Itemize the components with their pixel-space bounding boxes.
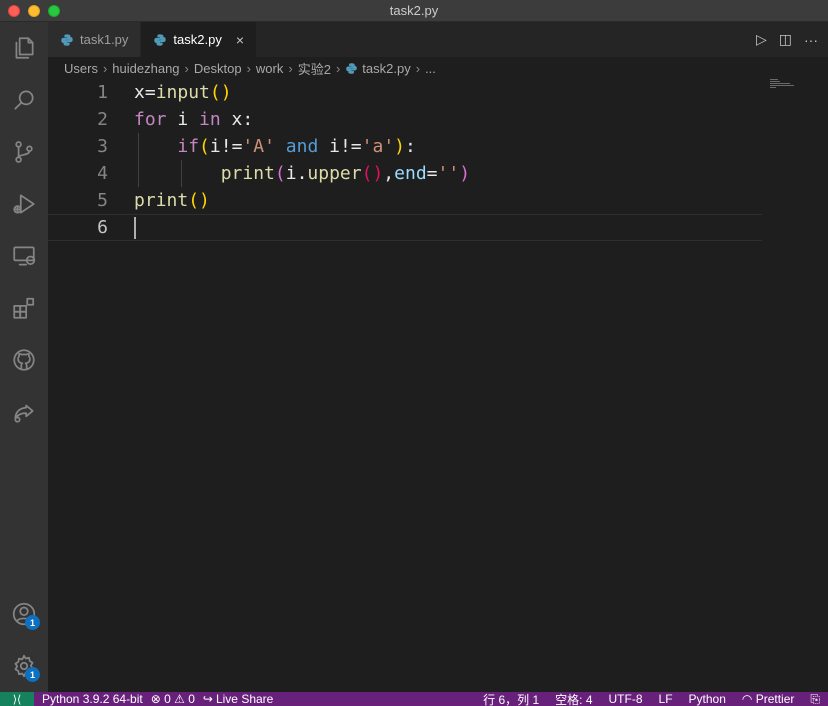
code-editor[interactable]: 1 x=input() 2 for i in x: 3 if(i!='A' an…	[48, 79, 828, 692]
extensions-icon[interactable]	[0, 282, 48, 334]
line-number: 5	[97, 190, 108, 211]
prettier-status[interactable]: ◠ Prettier	[742, 692, 795, 706]
code-text: x=input()	[134, 82, 232, 103]
prettier-label: Prettier	[755, 692, 795, 706]
python-file-icon	[61, 33, 73, 46]
prettier-icon: ◠	[741, 692, 756, 706]
breadcrumb: Users › huidezhang › Desktop › work › 实验…	[48, 57, 828, 79]
warning-count: ⚠ 0	[174, 692, 195, 706]
activity-bar: 1 1	[0, 22, 48, 692]
source-control-icon[interactable]	[0, 126, 48, 178]
breadcrumb-item[interactable]: Desktop	[194, 61, 242, 76]
tab-label: task2.py	[173, 32, 222, 47]
maximize-window-button[interactable]	[48, 5, 60, 17]
code-text: print()	[134, 190, 210, 211]
title-bar: task2.py	[0, 0, 828, 22]
split-editor-icon[interactable]: ◫	[779, 31, 792, 48]
breadcrumb-separator: ›	[102, 60, 108, 76]
code-line[interactable]: 1 x=input()	[48, 79, 762, 106]
breadcrumb-separator: ›	[415, 60, 421, 76]
error-count: ⊗ 0	[150, 692, 171, 706]
text-cursor	[134, 216, 136, 239]
tab-task1[interactable]: task1.py	[48, 22, 142, 57]
language-mode[interactable]: Python	[689, 692, 726, 706]
code-line[interactable]: 4 print(i.upper(),end='')	[48, 160, 762, 187]
minimize-window-button[interactable]	[28, 5, 40, 17]
python-interpreter[interactable]: Python 3.9.2 64-bit	[42, 692, 143, 706]
minimap[interactable]	[770, 79, 810, 93]
breadcrumb-item[interactable]: huidezhang	[112, 61, 179, 76]
code-line[interactable]: 3 if(i!='A' and i!='a'):	[48, 133, 762, 160]
end-of-line[interactable]: LF	[659, 692, 673, 706]
account-icon[interactable]: 1	[0, 588, 48, 640]
code-line[interactable]: 5 print()	[48, 187, 762, 214]
breadcrumb-item[interactable]: ...	[425, 61, 436, 76]
breadcrumb-item[interactable]: work	[256, 61, 283, 76]
files-icon[interactable]	[0, 22, 48, 74]
breadcrumb-item[interactable]: Users	[64, 61, 98, 76]
search-icon[interactable]	[0, 74, 48, 126]
run-file-icon[interactable]: ▷	[756, 31, 767, 48]
code-text: for i in x:	[134, 109, 254, 130]
breadcrumb-separator: ›	[335, 60, 341, 76]
live-share-label: Live Share	[215, 692, 274, 706]
status-bar: ⟩⟨ Python 3.9.2 64-bit ⊗ 0 ⚠ 0 ↪ Live Sh…	[0, 692, 828, 706]
tab-label: task1.py	[80, 32, 129, 47]
tab-bar: task1.py task2.py × ▷ ◫ ···	[48, 22, 828, 57]
code-text: if(i!='A' and i!='a'):	[177, 136, 416, 157]
problems-indicator[interactable]: ⊗ 0 ⚠ 0	[151, 692, 195, 706]
tab-task2[interactable]: task2.py ×	[141, 22, 258, 57]
more-actions-icon[interactable]: ···	[804, 32, 818, 48]
breadcrumb-separator: ›	[246, 60, 251, 76]
line-number: 1	[97, 82, 108, 103]
settings-gear-icon[interactable]: 1	[0, 640, 48, 692]
live-share-icon: ↪	[202, 692, 213, 706]
status-right: 行 6，列 1 空格: 4 UTF-8 LF Python ◠ Prettier…	[483, 692, 820, 706]
breadcrumb-item[interactable]: task2.py	[362, 61, 410, 76]
indentation[interactable]: 空格: 4	[555, 692, 592, 706]
feedback-icon[interactable]: ⎘	[810, 692, 820, 706]
live-share-button[interactable]: ↪ Live Share	[203, 692, 273, 706]
breadcrumb-item[interactable]: 实验2	[298, 59, 331, 78]
run-debug-icon[interactable]	[0, 178, 48, 230]
live-share-icon[interactable]	[0, 386, 48, 438]
tab-close-icon[interactable]: ×	[236, 32, 244, 48]
code-text: print(i.upper(),end='')	[220, 163, 471, 184]
line-number: 4	[97, 163, 108, 184]
editor-actions: ▷ ◫ ···	[756, 22, 828, 57]
remote-indicator[interactable]: ⟩⟨	[0, 692, 34, 706]
python-file-icon	[346, 62, 358, 74]
code-line-current[interactable]: 6	[48, 214, 762, 241]
settings-badge: 1	[25, 667, 40, 682]
github-icon[interactable]	[0, 334, 48, 386]
window-title: task2.py	[389, 3, 439, 18]
python-file-icon	[154, 33, 167, 46]
line-number: 2	[97, 109, 108, 130]
breadcrumb-separator: ›	[184, 60, 189, 76]
remote-explorer-icon[interactable]	[0, 230, 48, 282]
close-window-button[interactable]	[8, 5, 20, 17]
line-number: 3	[97, 136, 108, 157]
window-controls	[8, 5, 60, 17]
line-number: 6	[97, 217, 108, 238]
encoding[interactable]: UTF-8	[609, 692, 643, 706]
code-line[interactable]: 2 for i in x:	[48, 106, 762, 133]
cursor-position[interactable]: 行 6，列 1	[483, 692, 539, 706]
breadcrumb-separator: ›	[288, 60, 293, 76]
account-badge: 1	[25, 615, 40, 630]
